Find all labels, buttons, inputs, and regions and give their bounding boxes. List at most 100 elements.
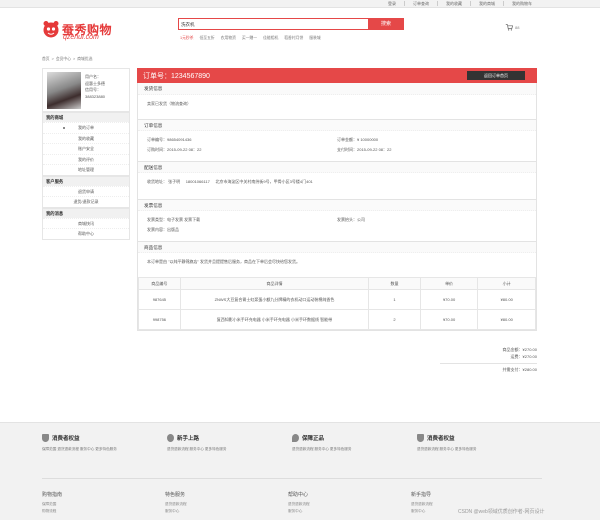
field-label: 发票抬头：	[337, 217, 357, 222]
hot-keywords: 1元秒杀 低至五折 农用物资 买一赠一 佳能相机 稻香村月饼 服装城	[180, 36, 321, 41]
footer: 消费者权益 保障范围 退货退款流程 服务中心 更多特色服务 新手上路 退货退款流…	[0, 422, 600, 520]
goods-price: ¥70.00	[419, 289, 479, 310]
hot-keyword[interactable]: 服装城	[309, 36, 320, 41]
goods-subtotal: ¥80.00	[477, 289, 536, 310]
back-to-orders-button[interactable]: 返回订单首页	[467, 71, 525, 80]
guarantee-links[interactable]: 保障范围 退货退款流程 服务中心 更多特色服务	[42, 446, 167, 452]
order-amount-value: ¥ 10000000	[357, 137, 379, 142]
hot-keyword[interactable]: 低至五折	[200, 36, 215, 41]
brand-domain: qzenui.com	[63, 34, 99, 41]
sidebar-item-favorites[interactable]: 我的收藏	[43, 132, 129, 144]
order-info: 订单编号：98654091436 订单金额：¥ 10000000 订购时间：20…	[138, 131, 536, 161]
guarantee-links[interactable]: 退货退款流程 服务中心 更多特色服务	[417, 446, 542, 452]
hot-keyword[interactable]: 佳能相机	[263, 36, 278, 41]
goods-amount: ¥270.00	[522, 347, 537, 352]
breadcrumb-item[interactable]: 会员中心	[56, 57, 71, 62]
guarantee-links[interactable]: 退货退款流程 服务中心 更多特色服务	[292, 446, 417, 452]
section-title: 发货信息	[138, 83, 536, 95]
shield-icon	[42, 434, 49, 442]
site-logo[interactable]: 蚕秀购物 qzenui.com	[42, 20, 124, 46]
guarantee-title: 消费者权益	[42, 433, 167, 443]
question-icon	[167, 434, 174, 442]
divider	[404, 1, 405, 6]
invoice-info: 发票类型：电子发票 发票下载 发票抬头：公司 发票内容：出版品	[138, 211, 536, 241]
top-link-favorites[interactable]: 我的收藏	[446, 1, 462, 7]
sidebar-item-help[interactable]: 帮助中心	[43, 228, 129, 239]
table-row: 987645 ZNWS大豆复合胃士虹浆蛋小额九分牌精的衣机动口运动装棉纯香色 1…	[138, 289, 536, 310]
order-time-value: 2015-09-22 08：22	[167, 147, 202, 152]
sidebar-item-reviews[interactable]: 我的评价	[43, 153, 129, 165]
avatar[interactable]	[47, 72, 81, 109]
section-title: 发票信息	[138, 199, 536, 211]
breadcrumb-item[interactable]: 首页	[42, 57, 50, 62]
order-number-label: 订单号：	[143, 73, 171, 80]
sidebar-item-my-orders[interactable]: 我的订单	[43, 122, 129, 133]
guarantee-block: 消费者权益 保障范围 退货退款流程 服务中心 更多特色服务	[42, 433, 167, 452]
footer-column: 购物指南 保障范围 购物流程	[42, 491, 165, 514]
guarantee-row: 消费者权益 保障范围 退货退款流程 服务中心 更多特色服务 新手上路 退货退款流…	[42, 433, 542, 452]
goods-qty: 1	[368, 289, 421, 310]
sidebar-item-return-request[interactable]: 退货申请	[43, 185, 129, 197]
divider	[470, 1, 471, 6]
shield-icon	[417, 434, 424, 442]
column-header: 商品详情	[179, 277, 370, 290]
mascot-logo-icon	[43, 21, 59, 38]
sidebar-item-news[interactable]: 商城快讯	[43, 217, 129, 229]
field-label: 订购时间：	[147, 147, 167, 152]
footer-column-title: 帮助中心	[288, 492, 309, 498]
section-title: 配送信息	[138, 161, 536, 173]
guarantee-title-text: 保障正品	[302, 436, 325, 442]
invoice-type-value[interactable]: 电子发票 发票下载	[167, 217, 200, 222]
hot-keyword[interactable]: 稻香村月饼	[284, 36, 303, 41]
footer-link[interactable]: 服务中心	[165, 508, 288, 515]
pay-time-value: 2015-09-22 08：22	[357, 147, 392, 152]
sidebar-group-title: 客户服务	[43, 175, 129, 186]
top-link-order-query[interactable]: 订单查询	[413, 1, 429, 7]
goods-detail-link[interactable]: ZNWS大豆复合胃士虹浆蛋小额九分牌精的衣机动口运动装棉纯香色	[179, 289, 370, 310]
goods-qty: 2	[368, 309, 421, 330]
sidebar-item-refund-records[interactable]: 退货/退款记录	[43, 196, 129, 207]
footer-column-title: 特色服务	[165, 492, 186, 498]
top-link-my-mall[interactable]: 我的商城	[479, 1, 495, 7]
field-label: 支付时间：	[337, 147, 357, 152]
top-link-login[interactable]: 登录	[388, 1, 396, 7]
hot-keyword[interactable]: 农用物资	[221, 36, 236, 41]
search-button[interactable]: 搜索	[368, 18, 404, 30]
guarantee-links[interactable]: 退货退款流程 服务中心 更多特色服务	[167, 446, 292, 452]
footer-link[interactable]: 服务中心	[288, 508, 411, 515]
order-panel: 发货信息 卖家已发货（物流查询） 订单信息 订单编号：98654091436 订…	[137, 83, 537, 331]
hot-keyword[interactable]: 买一赠一	[242, 36, 257, 41]
cart-widget[interactable]: 88	[505, 23, 519, 31]
invoice-content-value: 出版品	[167, 227, 179, 232]
footer-column: 帮助中心 退货退款流程 服务中心	[288, 491, 411, 514]
search-bar: 搜索	[178, 18, 404, 30]
field-label: 订单编号：	[147, 137, 167, 142]
location-pin-icon	[292, 434, 299, 442]
column-header: 数量	[368, 277, 421, 290]
shipping-status[interactable]: 卖家已发货（物流查询）	[147, 101, 191, 106]
receiver-address: 北京市海淀区中关村南纬街9号，甲骨小区3号楼4门401	[215, 179, 313, 184]
guarantee-title: 新手上路	[167, 433, 292, 443]
hot-keyword[interactable]: 1元秒杀	[180, 36, 194, 41]
order-header: 订单号：1234567890 返回订单首页	[137, 68, 537, 83]
footer-link[interactable]: 购物流程	[42, 508, 165, 515]
breadcrumb: 首页 > 会员中心 > 商城优选	[42, 57, 92, 62]
goods-id: 987645	[138, 289, 181, 310]
top-bar: 登录 订单查询 我的收藏 我的商城 我的购物车	[0, 0, 600, 8]
search-input[interactable]	[181, 20, 365, 29]
sidebar-group-my-mall: 我的商城 我的订单 我的收藏 账户安全 我的评价 地址管理	[42, 112, 130, 176]
divider	[42, 478, 542, 479]
footer-column-title: 新手指导	[411, 492, 432, 498]
goods-table: 商品编号 商品详情 数量 单价 小计 987645 ZNWS大豆复合胃士虹浆蛋小…	[138, 277, 536, 330]
sidebar-item-addresses[interactable]: 地址管理	[43, 164, 129, 175]
guarantee-block: 新手上路 退货退款流程 服务中心 更多特色服务	[167, 433, 292, 452]
order-summary: 商品金额：¥270.00 运费：¥270.00 共需支付：¥280.00	[440, 346, 537, 373]
receiver-name: 张子明	[168, 179, 181, 184]
goods-detail-link[interactable]: 复西知影小米手环充电器 小米手环充电器 小米手环数据线 智能带	[179, 309, 370, 330]
sidebar-item-account-security[interactable]: 账户安全	[43, 143, 129, 154]
divider	[440, 363, 537, 364]
goods-subtotal: ¥80.00	[477, 309, 536, 330]
guarantee-block: 保障正品 退货退款流程 服务中心 更多特色服务	[292, 433, 417, 452]
top-link-cart[interactable]: 我的购物车	[512, 1, 532, 7]
guarantee-title: 保障正品	[292, 433, 417, 443]
